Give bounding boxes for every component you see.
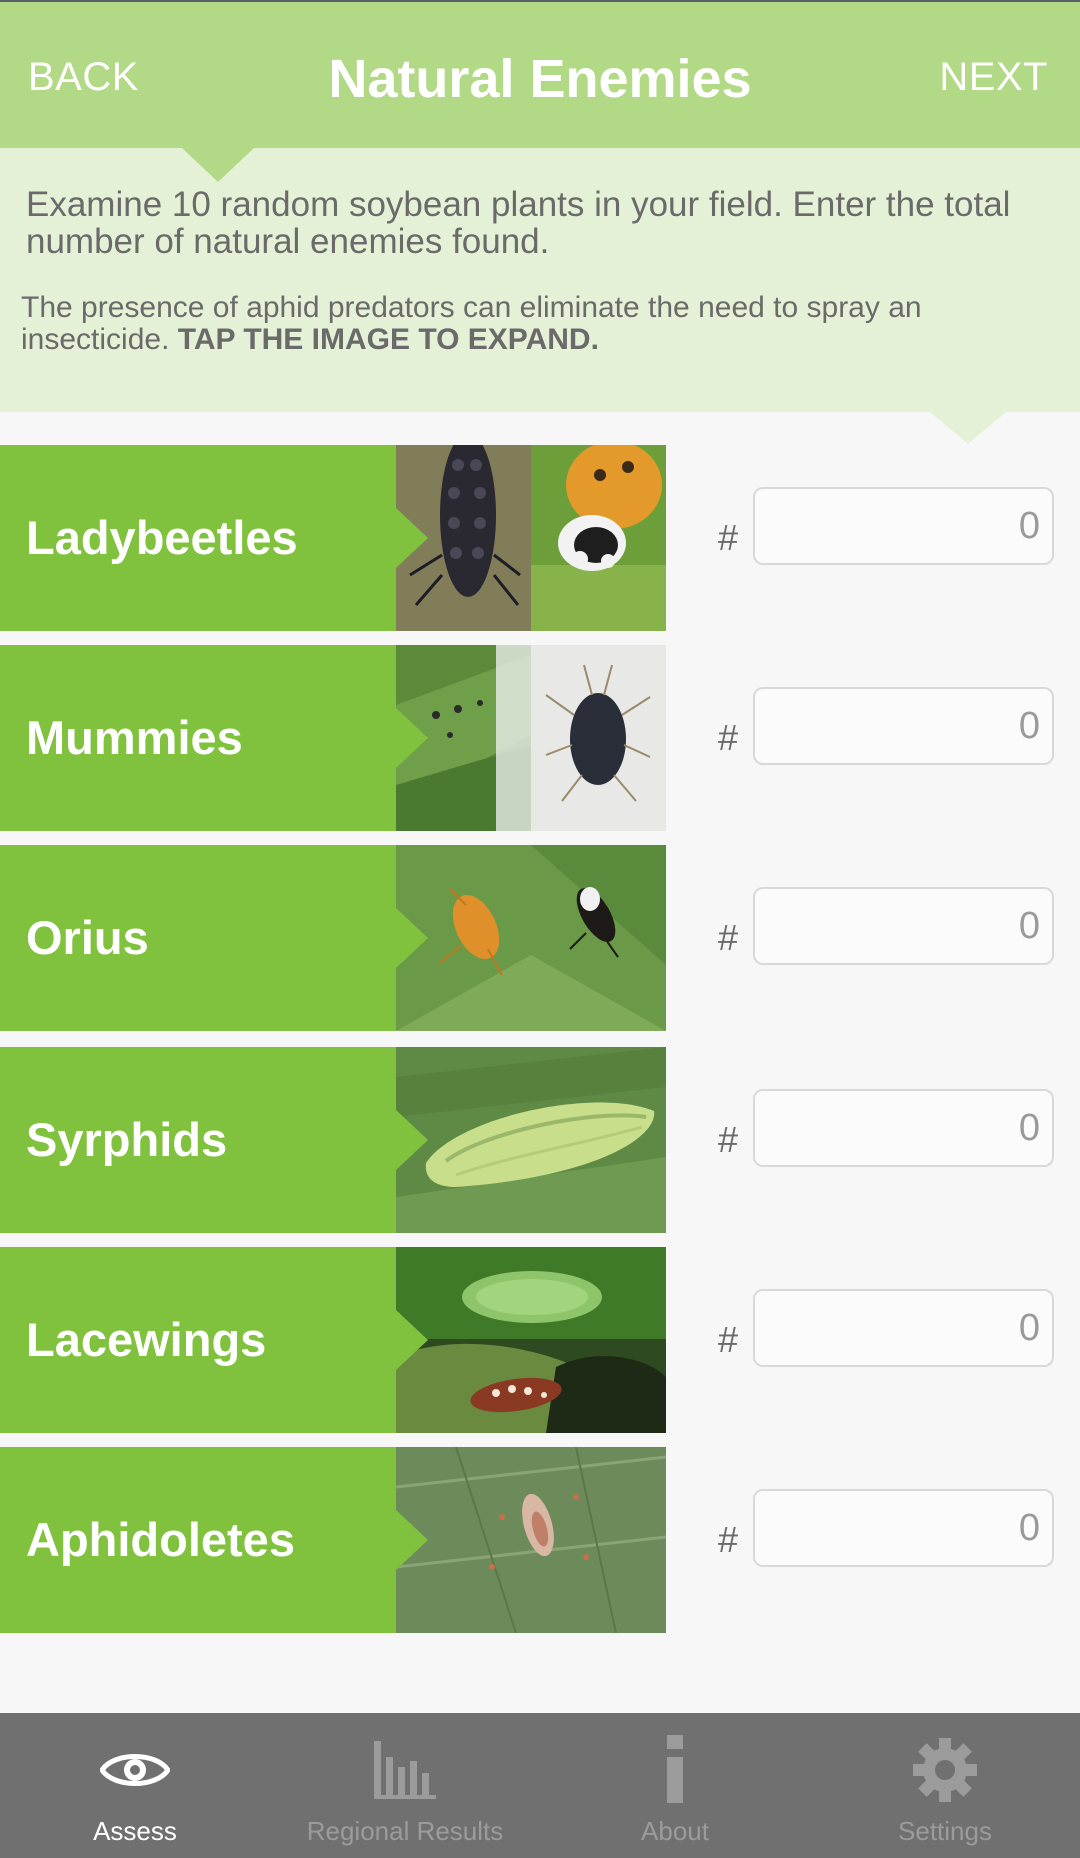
row-label: Orius — [0, 845, 396, 1031]
row-arrow — [396, 1310, 428, 1370]
header-notch — [182, 148, 254, 182]
aphidoletes-photo[interactable] — [396, 1447, 666, 1633]
count-hash-label: # — [718, 1319, 739, 1360]
lacewings-count-input[interactable] — [753, 1289, 1054, 1367]
instructions-tap-hint: TAP THE IMAGE TO EXPAND. — [177, 323, 599, 356]
lacewing-photo[interactable] — [396, 1247, 666, 1433]
orius-count-input[interactable] — [753, 887, 1054, 965]
tab-settings[interactable]: Settings — [810, 1713, 1080, 1858]
orius-photo[interactable] — [396, 845, 666, 1031]
list-item-mummies: Mummies # — [0, 645, 1080, 831]
mummy-photo[interactable] — [396, 645, 666, 831]
tab-regional-results[interactable]: Regional Results — [270, 1713, 540, 1858]
nav-header: BACK Natural Enemies NEXT — [0, 0, 1080, 148]
row-arrow — [396, 908, 428, 968]
count-hash-label: # — [718, 1519, 739, 1560]
syrphids-count-input[interactable] — [753, 1089, 1054, 1167]
list-item-lacewings: Lacewings # — [0, 1247, 1080, 1433]
count-hash-label: # — [718, 517, 739, 558]
tab-bar: Assess Regional Results About Settings — [0, 1713, 1080, 1858]
count-hash-label: # — [718, 717, 739, 758]
tab-label: About — [641, 1816, 709, 1846]
mummies-count-input[interactable] — [753, 687, 1054, 765]
list-item-syrphids: Syrphids # — [0, 1047, 1080, 1233]
row-label: Syrphids — [0, 1047, 396, 1233]
count-hash-label: # — [718, 917, 739, 958]
tab-about[interactable]: About — [540, 1713, 810, 1858]
row-label: Lacewings — [0, 1247, 396, 1433]
list-item-ladybeetles: Ladybeetles # 0 — [0, 445, 1080, 631]
bar-chart-icon — [270, 1735, 540, 1805]
tab-assess[interactable]: Assess — [0, 1713, 270, 1858]
instructions-main-text: Examine 10 random soybean plants in your… — [26, 185, 1011, 261]
ladybeetle-photo[interactable] — [396, 445, 666, 631]
ladybeetles-count-input[interactable] — [753, 487, 1054, 565]
aphidoletes-count-input[interactable] — [753, 1489, 1054, 1567]
instructions-sub-text: The presence of aphid predators can elim… — [21, 292, 1061, 356]
row-label: Ladybeetles — [0, 445, 396, 631]
info-icon — [540, 1735, 810, 1805]
syrphid-photo[interactable] — [396, 1047, 666, 1233]
row-arrow — [396, 708, 428, 768]
row-label: Mummies — [0, 645, 396, 831]
count-hash-label: # — [718, 1119, 739, 1160]
list-item-orius: Orius # — [0, 845, 1080, 1031]
row-arrow — [396, 508, 428, 568]
list-item-aphidoletes: Aphidoletes # — [0, 1447, 1080, 1633]
tab-label: Settings — [898, 1816, 992, 1846]
row-arrow — [396, 1110, 428, 1170]
eye-icon — [0, 1735, 270, 1805]
next-button[interactable]: NEXT — [939, 2, 1048, 150]
gear-icon — [810, 1735, 1080, 1805]
instructions-notch — [930, 412, 1006, 444]
tab-label: Assess — [93, 1816, 177, 1846]
row-arrow — [396, 1510, 428, 1570]
row-label: Aphidoletes — [0, 1447, 396, 1633]
tab-label: Regional Results — [306, 1816, 504, 1846]
instructions-panel: Examine 10 random soybean plants in your… — [0, 148, 1080, 412]
page-title: Natural Enemies — [328, 49, 752, 109]
